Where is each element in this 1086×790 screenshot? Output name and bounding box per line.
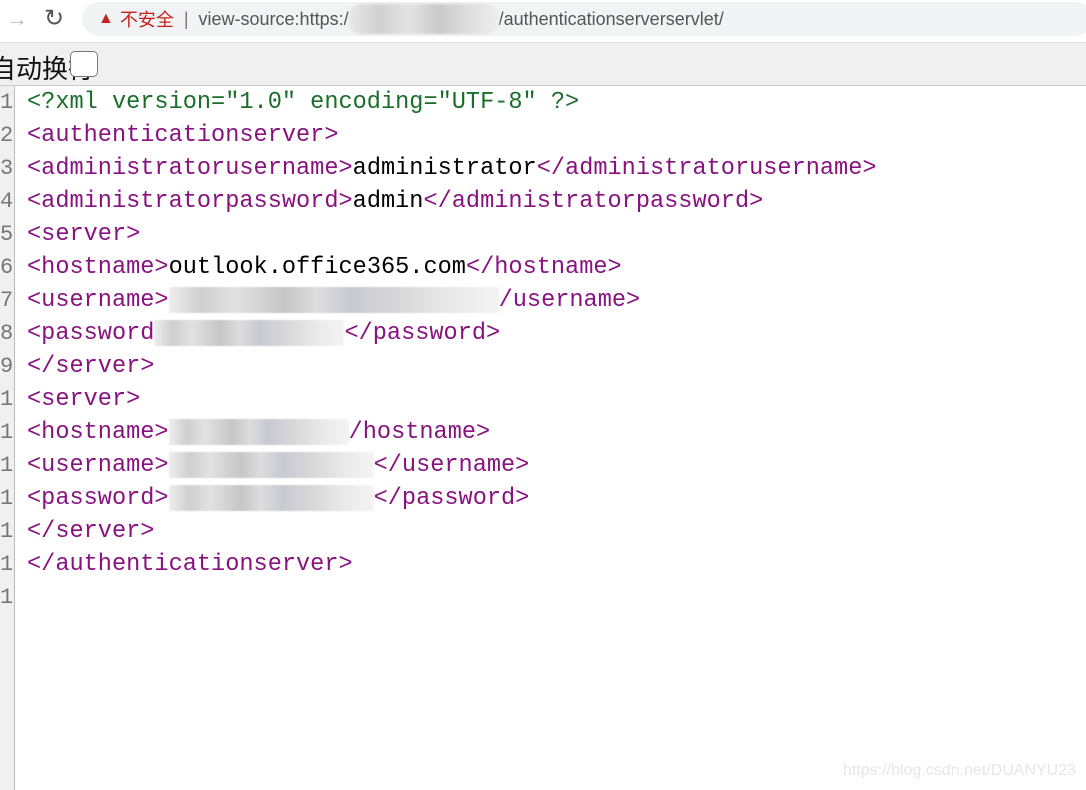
xml-tag: </password> xyxy=(373,485,530,512)
line-number: 14 xyxy=(0,519,14,544)
code-line: <administratorusername>administrator</ad… xyxy=(27,152,877,185)
url-suffix: /authenticationserverservlet/ xyxy=(498,8,724,29)
line-number: 3 xyxy=(0,156,14,181)
xml-tag: </administratorusername> xyxy=(536,155,877,182)
code-line: <password </password> xyxy=(27,317,877,350)
security-status[interactable]: 不安全 xyxy=(120,6,174,32)
code-line: </server> xyxy=(27,350,877,383)
xml-tag: <hostname> xyxy=(27,419,169,446)
redacted-value xyxy=(154,319,345,346)
xml-tag: <username> xyxy=(27,287,169,314)
xml-tag: </server> xyxy=(27,518,155,545)
xml-declaration: <?xml version="1.0" encoding="UTF-8" ?> xyxy=(27,89,580,116)
xml-tag: <password xyxy=(27,320,155,347)
xml-tag: <server> xyxy=(27,386,141,413)
redacted-host xyxy=(348,4,499,34)
line-number: 16 xyxy=(0,585,14,610)
xml-text: admin xyxy=(352,188,424,215)
code-line: <server> xyxy=(27,383,877,416)
line-number: 6 xyxy=(0,255,14,280)
xml-text: outlook.office365.com xyxy=(168,254,466,281)
line-number: 9 xyxy=(0,354,14,379)
xml-tag: </username> xyxy=(373,452,530,479)
code-line: <administratorpassword>admin</administra… xyxy=(27,185,877,218)
line-number: 15 xyxy=(0,552,14,577)
browser-toolbar: → ↻ ▲ 不安全 | view-source:https:/ /authent… xyxy=(0,0,1086,40)
line-number: 11 xyxy=(0,420,14,445)
code-line: <authenticationserver> xyxy=(27,119,877,152)
line-number: 5 xyxy=(0,222,14,247)
code-line: <server> xyxy=(27,218,877,251)
xml-tag: <username> xyxy=(27,452,169,479)
line-wrap-checkbox[interactable] xyxy=(70,51,98,77)
xml-tag: <hostname> xyxy=(27,254,169,281)
line-number: 12 xyxy=(0,453,14,478)
code-line: <hostname>outlook.office365.com</hostnam… xyxy=(27,251,877,284)
xml-tag: <administratorpassword> xyxy=(27,188,353,215)
line-number: 2 xyxy=(0,123,14,148)
line-number: 10 xyxy=(0,387,14,412)
code-line: <username> </username> xyxy=(27,449,877,482)
line-number: 1 xyxy=(0,90,14,115)
redacted-value xyxy=(168,451,374,478)
line-number: 4 xyxy=(0,189,14,214)
xml-tag: /hostname> xyxy=(348,419,491,446)
divider: | xyxy=(183,8,189,29)
redacted-value xyxy=(168,484,374,511)
line-number: 7 xyxy=(0,288,14,313)
code-line: <password> </password> xyxy=(27,482,877,515)
arrow-right-icon[interactable]: → xyxy=(6,6,28,32)
redacted-value xyxy=(168,286,499,313)
url-prefix: view-source:https:/ xyxy=(198,8,349,29)
reload-icon[interactable]: ↻ xyxy=(44,4,64,33)
source-code: <?xml version="1.0" encoding="UTF-8" ?> <… xyxy=(27,86,877,614)
xml-tag: <server> xyxy=(27,221,141,248)
line-number: 13 xyxy=(0,486,14,511)
xml-tag: </authenticationserver> xyxy=(27,551,353,578)
xml-tag: </hostname> xyxy=(465,254,622,281)
code-line: </authenticationserver> xyxy=(27,548,877,581)
xml-text: administrator xyxy=(352,155,537,182)
line-number: 8 xyxy=(0,321,14,346)
watermark: https://blog.csdn.net/DUANYU23 xyxy=(842,762,1076,779)
code-line: <?xml version="1.0" encoding="UTF-8" ?> xyxy=(27,86,877,119)
xml-tag: <password> xyxy=(27,485,169,512)
redacted-value xyxy=(168,418,349,445)
line-wrap-bar: 自动换行 xyxy=(0,42,1086,86)
code-line: <hostname> /hostname> xyxy=(27,416,877,449)
xml-tag: </administratorpassword> xyxy=(423,188,764,215)
warning-triangle-icon: ▲ xyxy=(98,10,114,27)
xml-tag: </server> xyxy=(27,353,155,380)
line-number-gutter: 12345678910111213141516 xyxy=(0,86,15,790)
xml-tag: <authenticationserver> xyxy=(27,122,339,149)
xml-tag: </password> xyxy=(344,320,501,347)
code-line: </server> xyxy=(27,515,877,548)
address-bar[interactable]: ▲ 不安全 | view-source:https:/ /authenticat… xyxy=(82,2,1086,36)
xml-tag: /username> xyxy=(498,287,641,314)
code-line: <username> /username> xyxy=(27,284,877,317)
xml-tag: <administratorusername> xyxy=(27,155,353,182)
